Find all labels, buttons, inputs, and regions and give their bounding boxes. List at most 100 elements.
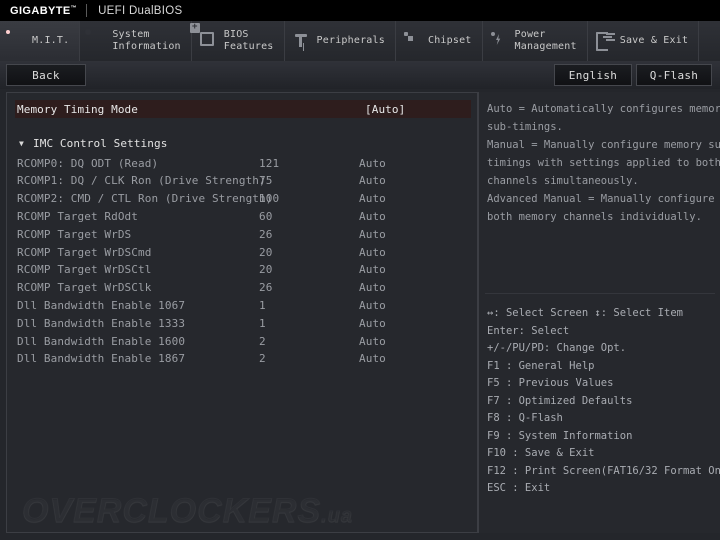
help-divider: [485, 293, 715, 294]
setting-value: Auto: [359, 263, 386, 277]
setting-value: Auto: [359, 352, 386, 366]
legend-line: ↔: Select Screen ↕: Select Item: [487, 307, 683, 319]
setting-row[interactable]: RCOMP Target WrDSCmd 20 Auto: [7, 243, 477, 261]
setting-row[interactable]: RCOMP1: DQ / CLK Ron (Drive Strength) 75 A…: [7, 172, 477, 190]
qflash-button[interactable]: Q-Flash: [636, 64, 712, 86]
setting-row[interactable]: RCOMP Target WrDSClk 26 Auto: [7, 279, 477, 297]
setting-row[interactable]: Dll Bandwidth Enable 1600 2 Auto: [7, 332, 477, 350]
setting-label: RCOMP1: DQ / CLK Ron (Drive Strength): [17, 174, 266, 188]
setting-number: 75: [259, 174, 273, 188]
setting-value: Auto: [359, 174, 386, 188]
tab-mit[interactable]: M.I.T.: [0, 21, 81, 61]
setting-label: Dll Bandwidth Enable 1600: [17, 334, 186, 348]
setting-number: 26: [259, 281, 273, 295]
setting-row[interactable]: RCOMP Target RdOdt 60 Auto: [7, 207, 477, 225]
setting-label: RCOMP Target WrDS: [17, 227, 132, 241]
setting-value: Auto: [359, 245, 386, 259]
tab-label: Peripherals: [316, 35, 385, 46]
setting-value: Auto: [359, 334, 386, 348]
setting-row[interactable]: Dll Bandwidth Enable 1067 1 Auto: [7, 296, 477, 314]
exit-icon: [596, 32, 614, 50]
setting-label: RCOMP Target WrDSCtl: [17, 263, 152, 277]
setting-label: RCOMP Target RdOdt: [17, 209, 139, 223]
setting-row[interactable]: RCOMP2: CMD / CTL Ron (Drive Strength) 10…: [7, 190, 477, 208]
help-line: Advanced Manual = Manually configure: [487, 193, 715, 205]
setting-value: Auto: [359, 298, 386, 312]
legend-line: F1 : General Help: [487, 359, 595, 372]
setting-number: 2: [259, 334, 266, 348]
legend-line: F5 : Previous Values: [487, 377, 614, 389]
die-icon: [404, 32, 422, 50]
bios-setup-screen: GIGABYTE™ UEFI DualBIOS M.I.T. System In…: [0, 0, 720, 540]
tab-label: BIOS Features: [223, 29, 274, 52]
tab-label: M.I.T.: [32, 35, 70, 46]
language-button[interactable]: English: [554, 64, 632, 86]
main-tab-bar: M.I.T. System Information BIOS Features …: [0, 21, 720, 61]
group-label: IMC Control Settings: [33, 136, 168, 150]
setting-number: 2: [259, 352, 266, 366]
setting-label: Dll Bandwidth Enable 1867: [17, 352, 186, 366]
setting-label: Memory Timing Mode: [17, 102, 139, 116]
tab-bios-features[interactable]: BIOS Features: [192, 21, 285, 61]
legend-line: +/-/PU/PD: Change Opt.: [487, 342, 627, 354]
action-bar: Back English Q-Flash: [0, 61, 720, 89]
help-line: Manual = Manually configure memory sub: [487, 139, 720, 151]
legend-line: F10 : Save & Exit: [487, 447, 595, 459]
legend-line: F12 : Print Screen(FAT16/32 Format Only): [487, 464, 720, 477]
setting-value: [Auto]: [365, 102, 406, 116]
setting-row[interactable]: Dll Bandwidth Enable 1333 1 Auto: [7, 314, 477, 332]
setting-number: 20: [259, 245, 273, 259]
setting-number: 20: [259, 263, 273, 277]
gigabyte-logo: GIGABYTE™: [10, 4, 78, 17]
chip-icon: [200, 32, 218, 50]
legend-line: F7 : Optimized Defaults: [487, 394, 633, 407]
tab-label: System Information: [112, 29, 181, 52]
tab-chipset[interactable]: Chipset: [396, 21, 483, 61]
tab-label: Power Management: [514, 29, 577, 52]
tab-label: Save & Exit: [619, 35, 689, 46]
tab-label: Chipset: [427, 35, 472, 46]
help-text: Auto = Automatically configures memory su…: [487, 100, 720, 226]
brand-bar: GIGABYTE™ UEFI DualBIOS: [0, 0, 720, 21]
setting-number: 1: [259, 298, 266, 312]
site-watermark: OVERCLOCKERS.ua: [21, 492, 354, 531]
key-legend: ↔: Select Screen ↕: Select Item Enter: Se…: [487, 305, 720, 498]
setting-value: Auto: [359, 209, 386, 223]
help-line: both memory channels individually.: [487, 211, 702, 223]
setting-row[interactable]: Dll Bandwidth Enable 1867 2 Auto: [7, 350, 477, 368]
setting-number: 1: [259, 316, 266, 330]
setting-value: Auto: [359, 156, 386, 170]
setting-label: Dll Bandwidth Enable 1333: [17, 316, 186, 330]
setting-value: Auto: [359, 316, 386, 330]
setting-row[interactable]: RCOMP Target WrDSCtl 20 Auto: [7, 261, 477, 279]
help-line: sub-timings.: [487, 121, 563, 133]
connector-icon: [293, 32, 311, 50]
setting-row[interactable]: RCOMP0: DQ ODT (Read) 121 Auto: [7, 154, 477, 172]
setting-number: 60: [259, 209, 273, 223]
help-line: channels simultaneously.: [487, 175, 639, 187]
setting-number: 26: [259, 227, 273, 241]
setting-row-memory-timing-mode[interactable]: Memory Timing Mode [Auto]: [7, 100, 477, 118]
help-line: Auto = Automatically configures memory: [487, 103, 720, 115]
legend-line: Enter: Select: [487, 324, 570, 337]
setting-number: 121: [259, 156, 280, 170]
legend-line: ESC : Exit: [487, 482, 551, 494]
legend-line: F9 : System Information: [487, 429, 633, 442]
help-pane: Auto = Automatically configures memory su…: [478, 92, 720, 533]
settings-list-pane: Memory Timing Mode [Auto] ▼ IMC Control …: [6, 92, 478, 533]
tab-power-management[interactable]: Power Management: [483, 21, 588, 61]
chevron-down-icon: ▼: [19, 138, 24, 148]
tab-peripherals[interactable]: Peripherals: [285, 21, 396, 61]
help-line: timings with settings applied to both: [487, 157, 720, 169]
back-button[interactable]: Back: [6, 64, 86, 86]
group-header-imc-control-settings[interactable]: ▼ IMC Control Settings: [7, 134, 477, 152]
power-icon: [491, 32, 509, 50]
setting-label: RCOMP Target WrDSClk: [17, 281, 152, 295]
tab-save-exit[interactable]: Save & Exit: [588, 21, 700, 61]
setting-row[interactable]: RCOMP Target WrDS 26 Auto: [7, 225, 477, 243]
tab-system-information[interactable]: System Information: [80, 21, 192, 61]
legend-line: F8 : Q-Flash: [487, 412, 563, 424]
setting-value: Auto: [359, 227, 386, 241]
setting-number: 100: [259, 192, 280, 206]
setting-label: Dll Bandwidth Enable 1067: [17, 298, 186, 312]
